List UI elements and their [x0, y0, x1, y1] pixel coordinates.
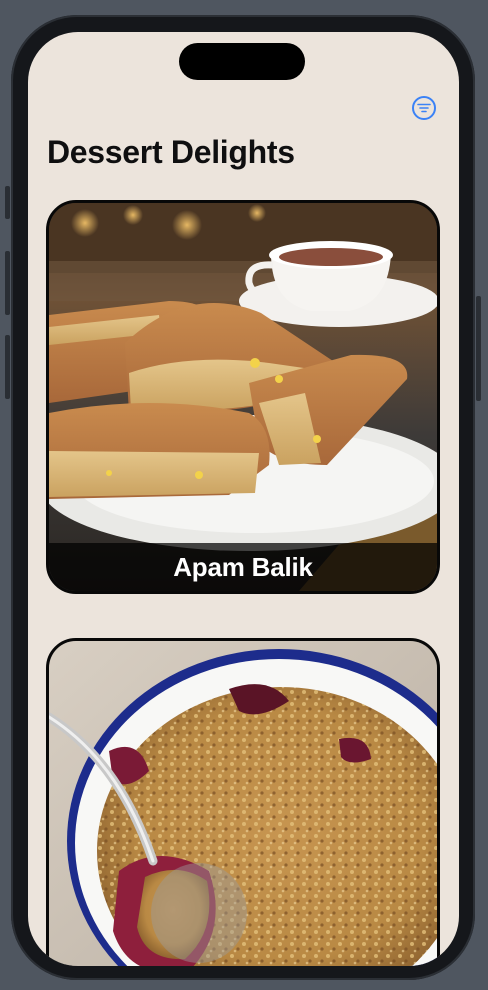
- dessert-card[interactable]: [46, 638, 440, 966]
- filter-lines-icon: [417, 103, 431, 113]
- page-title: Dessert Delights: [47, 134, 295, 170]
- power-button: [476, 296, 481, 401]
- volume-up-button: [5, 251, 10, 315]
- card-caption-bar: Apam Balik: [49, 543, 437, 591]
- filter-button[interactable]: [412, 96, 436, 120]
- dynamic-island: [179, 43, 305, 80]
- action-button: [5, 186, 10, 219]
- dessert-card[interactable]: Apam Balik: [46, 200, 440, 594]
- berry-crumble-photo: [49, 641, 437, 966]
- dessert-name: Apam Balik: [173, 551, 313, 582]
- apam-balik-photo: [49, 203, 437, 591]
- app-screen: Dessert Delights Apam Balik: [28, 32, 459, 966]
- volume-down-button: [5, 335, 10, 399]
